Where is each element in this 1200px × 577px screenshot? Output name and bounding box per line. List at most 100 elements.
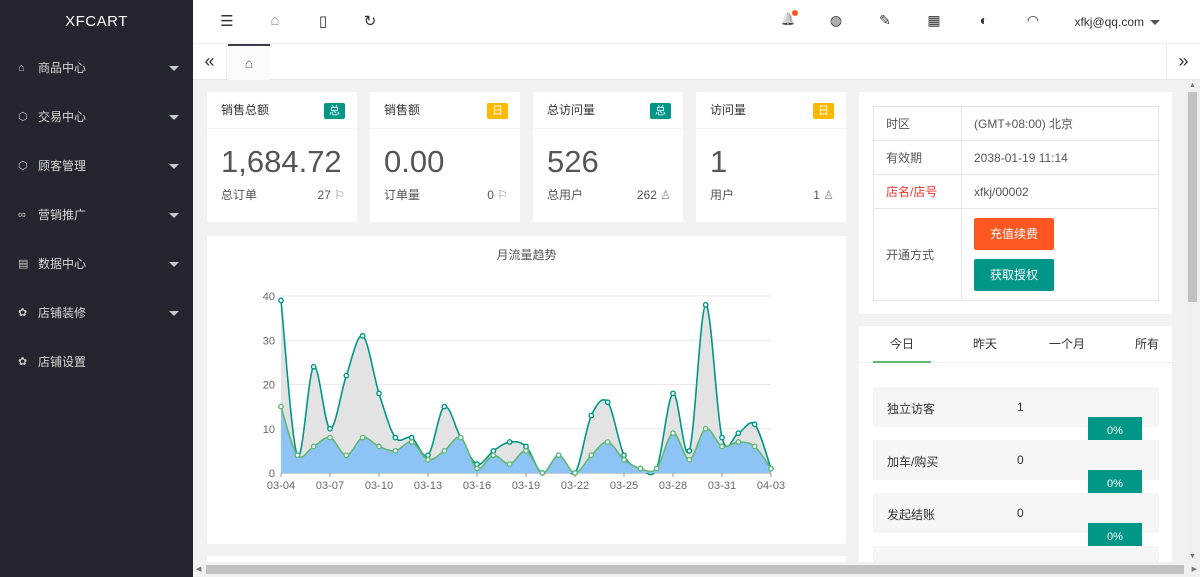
series-1-point — [719, 434, 725, 441]
visit-metric-label: 加车/购买 — [887, 455, 939, 469]
store-info-value: 2038-01-19 11:14 — [961, 140, 1159, 175]
notification-bell[interactable]: 🔔 — [778, 10, 798, 26]
home-icon: ⌂ — [244, 55, 254, 71]
sidebar-item-4[interactable]: ∞ 营销推广 — [0, 191, 193, 240]
vertical-scroll-thumb[interactable] — [1188, 92, 1197, 302]
series-1-point — [343, 372, 350, 379]
stat-card-header: 总访问量 总 — [533, 92, 683, 129]
vertical-scrollbar[interactable]: ▲ ▼ — [1185, 80, 1200, 562]
sidebar-item-3[interactable]: ⬡ 顾客管理 — [0, 142, 193, 191]
sidebar-item-1[interactable]: ⌂ 商品中心 — [0, 44, 193, 93]
series-2-point — [523, 447, 529, 454]
series-1-point — [376, 390, 382, 397]
tab-visits-2[interactable]: 一个月 — [1035, 326, 1099, 363]
x-tick-label: 03-04 — [267, 480, 295, 492]
stat-card: 访问量 日 1 用户 1 ♙ — [696, 92, 846, 222]
clean-icon[interactable]: ✎ — [875, 12, 895, 29]
sidebar-item-label: 营销推广 — [38, 208, 87, 222]
stat-value: 1 — [710, 144, 728, 179]
scroll-down-icon[interactable]: ▼ — [1189, 553, 1196, 560]
chevron-down-icon — [169, 311, 179, 316]
stat-card: 销售额 日 0.00 订单量 0 ⚐ — [370, 92, 520, 222]
series-2-point — [588, 452, 595, 459]
horizontal-scrollbar[interactable]: ◀ ▶ — [193, 562, 1200, 577]
series-2-point — [457, 434, 464, 441]
home-icon[interactable]: ⌂ — [265, 12, 285, 29]
x-tick-label: 03-31 — [708, 480, 736, 492]
series-2-point — [653, 465, 660, 472]
series-2-point — [490, 452, 497, 459]
stat-footer: 总订单 27 ⚐ — [207, 186, 357, 204]
series-2-point — [539, 470, 546, 476]
stat-value: 1,684.72 — [221, 144, 342, 179]
refresh-icon[interactable]: ↻ — [360, 12, 380, 30]
scroll-up-icon[interactable]: ▲ — [1189, 82, 1196, 89]
series-2-point — [670, 430, 676, 437]
visit-metric-label: 发起结账 — [887, 508, 936, 522]
sidebar-item-5[interactable]: ▤ 数据中心 — [0, 240, 193, 289]
globe-icon[interactable]: ◍ — [826, 12, 846, 29]
sidebar-item-label: 店铺装修 — [38, 306, 87, 320]
y-tick-label: 40 — [263, 291, 275, 303]
theme-icon[interactable]: ◐ — [974, 12, 994, 28]
horizontal-scroll-thumb[interactable] — [206, 565, 1184, 574]
x-tick-label: 03-16 — [463, 480, 491, 492]
series-1-point — [359, 332, 366, 339]
stat-foot-value: 1 ♙ — [813, 186, 834, 204]
stat-foot-icon: ⚐ — [497, 188, 508, 202]
support-icon[interactable]: ◠ — [1023, 12, 1043, 29]
open-method-label: 开通方式 — [873, 208, 962, 301]
calendar-icon[interactable]: ▦ — [924, 12, 944, 29]
scroll-left-icon[interactable]: ◀ — [196, 565, 201, 573]
x-tick-label: 03-28 — [659, 480, 687, 492]
traffic-chart: 0 10 20 30 40 03-04 03-07 03-10 03-13 03-16 03-19 0… — [263, 291, 785, 492]
series-2-point — [555, 452, 562, 459]
series-1-point — [327, 425, 333, 432]
app-logo[interactable]: XFCART — [0, 0, 193, 44]
collapse-menu-icon[interactable]: ☰ — [217, 12, 237, 30]
series-2-point — [735, 439, 742, 445]
stat-title: 销售额 — [384, 103, 421, 117]
user-menu[interactable]: xfkj@qq.com — [1074, 15, 1160, 29]
scroll-right-icon[interactable]: ▶ — [1192, 565, 1197, 573]
tabs-next-icon[interactable]: » — [1166, 44, 1200, 80]
sidebar-item-2[interactable]: ⬡ 交易中心 — [0, 93, 193, 142]
store-info-row: 时区 (GMT+08:00) 北京 — [873, 106, 1159, 141]
y-tick-label: 20 — [263, 380, 275, 392]
stat-footer: 总用户 262 ♙ — [533, 186, 683, 204]
series-1-point — [278, 297, 284, 304]
tab-visits-3[interactable]: 所有 — [1127, 326, 1167, 363]
sidebar-item-7[interactable]: ✿ 店铺设置 — [0, 338, 193, 387]
get-license-button[interactable]: 获取授权 — [974, 259, 1054, 291]
sidebar-item-6[interactable]: ✿ 店铺装修 — [0, 289, 193, 338]
sidebar-item-label: 数据中心 — [38, 257, 87, 271]
tab-visits-1[interactable]: 昨天 — [961, 326, 1009, 363]
series-2-point — [702, 425, 709, 432]
sidebar-item-label: 店铺设置 — [38, 355, 87, 369]
series-2-point — [425, 456, 431, 463]
series-1-point — [686, 447, 693, 454]
stat-foot-number: 262 — [636, 188, 657, 202]
series-1-point — [702, 301, 709, 308]
sidebar-item-icon: ▤ — [18, 258, 29, 270]
sidebar-nav: ⌂ 商品中心 ⬡ 交易中心 ⬡ 顾客管理 ∞ 营销推广 ▤ 数据中心 ✿ 店铺装修 ✿ 店铺设置 — [0, 44, 193, 387]
sidebar-item-icon: ✿ — [18, 356, 28, 368]
series-2-point — [294, 452, 301, 459]
stat-foot-label: 总用户 — [547, 188, 584, 202]
series-2-point — [278, 403, 284, 410]
series-1-point — [670, 390, 676, 397]
tab-home[interactable]: ⌂ — [228, 44, 270, 80]
stat-title: 总访问量 — [547, 103, 596, 117]
stat-foot-number: 27 — [317, 188, 331, 202]
sidebar-item-label: 商品中心 — [38, 61, 87, 75]
tabs-prev-icon[interactable]: « — [193, 44, 227, 80]
stat-foot-label: 总订单 — [221, 188, 258, 202]
renew-button[interactable]: 充值续费 — [974, 218, 1054, 250]
x-tick-label: 03-13 — [414, 480, 442, 492]
stat-foot-icon: ♙ — [660, 188, 671, 202]
stat-foot-value: 27 ⚐ — [318, 186, 345, 204]
tab-visits-0[interactable]: 今日 — [873, 326, 931, 363]
mobile-icon[interactable]: ▯ — [313, 12, 333, 30]
y-tick-label: 30 — [263, 335, 275, 347]
series-2-point — [343, 452, 350, 459]
